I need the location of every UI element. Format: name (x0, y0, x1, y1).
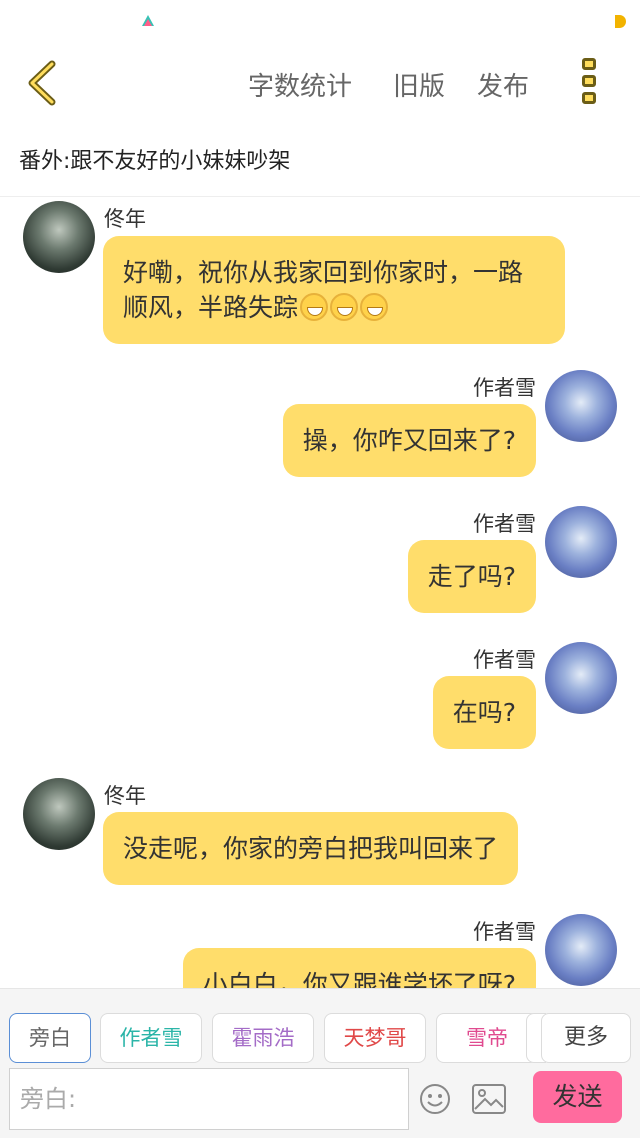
message-bubble[interactable]: 好嘞，祝你从我家回到你家时，一路顺风，半路失踪 (103, 236, 565, 344)
avatar[interactable] (545, 506, 617, 578)
sender-name: 佟年 (104, 784, 146, 808)
top-bar: 字数统计 旧版 发布 (0, 44, 640, 124)
more-dot-icon (582, 58, 596, 70)
avatar[interactable] (23, 778, 95, 850)
grinning-face-icon (330, 293, 359, 321)
avatar[interactable] (545, 370, 617, 442)
old-version-button[interactable]: 旧版 (393, 66, 445, 103)
message-text: 在吗? (452, 698, 516, 727)
more-dot-icon (582, 75, 596, 87)
avatar[interactable] (545, 914, 617, 986)
message-text: 小白白，你又跟谁学坏了呀? (202, 970, 516, 988)
message-text: 没走呢，你家的旁白把我叫回来了 (123, 834, 499, 863)
message-bubble[interactable]: 操，你咋又回来了? (282, 404, 536, 477)
message-bubble[interactable]: 在吗? (432, 676, 536, 749)
message-bubble[interactable]: 没走呢，你家的旁白把我叫回来了 (103, 812, 519, 885)
message-input[interactable] (9, 1068, 409, 1130)
chapter-title[interactable]: 番外:跟不友好的小妹妹吵架 (19, 143, 290, 175)
role-chip-xuedi[interactable]: 雪帝 (436, 1013, 538, 1063)
role-chip-author-xue[interactable]: 作者雪 (100, 1013, 202, 1063)
emoji-icon[interactable] (419, 1083, 451, 1115)
back-button[interactable] (22, 58, 66, 108)
role-chip-narrator[interactable]: 旁白 (9, 1013, 91, 1063)
sender-name: 作者雪 (473, 512, 536, 536)
status-bar (0, 0, 640, 44)
role-chip-huo-yuhao[interactable]: 霍雨浩 (212, 1013, 314, 1063)
publish-button[interactable]: 发布 (477, 66, 529, 103)
word-count-button[interactable]: 字数统计 (248, 66, 352, 103)
message-text: 操，你咋又回来了? (302, 426, 516, 455)
send-button[interactable]: 发送 (533, 1071, 622, 1123)
app-notification-icon (142, 15, 154, 26)
more-menu-button[interactable] (575, 58, 603, 112)
message-text: 走了吗? (427, 562, 516, 591)
avatar[interactable] (545, 642, 617, 714)
message-bubble[interactable]: 小白白，你又跟谁学坏了呀? (182, 948, 536, 988)
sender-name: 作者雪 (473, 376, 536, 400)
more-dot-icon (582, 92, 596, 104)
avatar[interactable] (23, 201, 95, 273)
sender-name: 佟年 (104, 207, 146, 231)
image-icon[interactable] (472, 1084, 506, 1114)
message-bubble[interactable]: 走了吗? (407, 540, 536, 613)
role-chip-tianmeng[interactable]: 天梦哥 (324, 1013, 426, 1063)
composer-panel: 旁白 作者雪 霍雨浩 天梦哥 雪帝 更多 发送 (0, 988, 640, 1138)
grinning-face-icon (300, 293, 329, 321)
sender-name: 作者雪 (473, 920, 536, 944)
chat-area[interactable]: 佟年 好嘞，祝你从我家回到你家时，一路顺风，半路失踪 作者雪 操，你咋又回来了?… (0, 197, 640, 988)
more-roles-button[interactable]: 更多 (541, 1013, 631, 1063)
battery-icon (615, 15, 626, 28)
grinning-face-icon (360, 293, 389, 321)
sender-name: 作者雪 (473, 648, 536, 672)
